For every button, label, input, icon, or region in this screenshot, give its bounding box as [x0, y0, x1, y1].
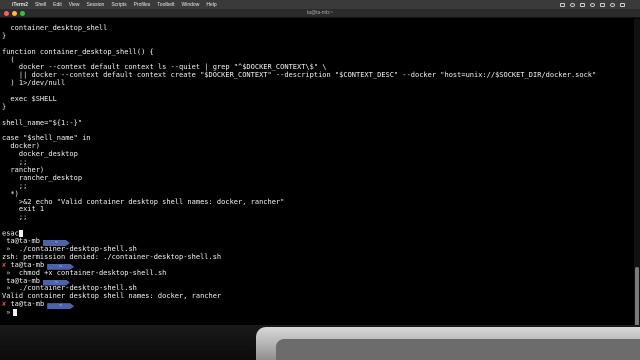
script-line: }: [2, 102, 634, 112]
script-line: docker): [2, 142, 634, 151]
script-line: container_desktop_shell: [2, 24, 634, 33]
terminal-cursor[interactable]: [13, 309, 18, 316]
menu-edit[interactable]: Edit: [53, 2, 62, 8]
menu-app-name[interactable]: iTerm2: [12, 2, 28, 8]
script-line-text: >&2 echo "Valid container desktop shell …: [2, 197, 285, 206]
control-center-icon[interactable]: [620, 2, 625, 7]
menu-shell[interactable]: Shell: [35, 2, 46, 8]
script-line: case "$shell_name" in: [2, 135, 634, 143]
script-line: exit 1: [2, 206, 634, 214]
script-line-text: ;;: [2, 181, 28, 190]
menu-session[interactable]: Session: [87, 2, 105, 8]
script-line-text: exec $SHELL: [2, 95, 57, 104]
script-line: esac: [2, 230, 634, 238]
script-line-text: container_desktop_shell: [2, 24, 108, 32]
script-line: function container_desktop_shell() {: [2, 47, 634, 57]
status-icon[interactable]: [580, 2, 585, 7]
script-line-text: ;;: [2, 158, 28, 167]
script-line: || docker --context default context crea…: [2, 71, 634, 80]
prompt-line: ✘ ta@ta-mb ~: [2, 300, 634, 310]
menu-toolbelt[interactable]: Toolbelt: [157, 2, 174, 8]
menu-scripts[interactable]: Scripts: [111, 2, 126, 8]
output-line: Valid container desktop shell names: doc…: [2, 292, 634, 301]
status-icons: [560, 2, 634, 7]
script-line: exec $SHELL: [2, 95, 634, 104]
script-line-text: case "$shell_name" in: [2, 134, 91, 143]
script-line-text: || docker --context default context crea…: [2, 71, 597, 80]
window-title-bar[interactable]: ta@ta-mb:~: [0, 9, 640, 18]
script-line: ;;: [2, 181, 634, 191]
output-text: zsh: permission denied: ./container-desk…: [2, 252, 222, 261]
terminal-output[interactable]: container_desktop_shell} function contain…: [0, 19, 634, 325]
status-icon[interactable]: [590, 2, 595, 7]
script-line-text: docker --context default context ls --qu…: [2, 63, 327, 72]
current-input-line: »: [2, 309, 634, 317]
script-line-text: exit 1: [2, 205, 45, 214]
editor-cursor: [18, 230, 23, 237]
prompt-arrow-icon: »: [6, 308, 11, 317]
prompt-directory-badge: ~: [47, 303, 75, 310]
error-status-icon: ✘: [2, 260, 7, 269]
prompt-directory-badge: ~: [42, 279, 70, 286]
command-line: » chmod +x container-desktop-shell.sh: [2, 268, 634, 278]
macos-menu-bar: iTerm2 Shell Edit View Session Scripts P…: [0, 0, 640, 9]
script-line: rancher_desktop: [2, 173, 634, 183]
command-text: chmod +x container-desktop-shell.sh: [18, 268, 167, 277]
script-line: }: [2, 31, 634, 41]
output-text: Valid container desktop shell names: doc…: [2, 292, 222, 301]
script-line: [2, 112, 634, 120]
script-line-text: docker): [2, 142, 40, 151]
script-line: ;;: [2, 213, 634, 222]
command-text: ./container-desktop-shell.sh: [18, 284, 137, 293]
script-line-text: }: [2, 31, 7, 40]
script-line-text: }: [2, 102, 7, 111]
script-line-text: shell_name="${1:-}": [2, 118, 83, 127]
scrollbar[interactable]: [634, 19, 640, 333]
script-line: shell_name="${1:-}": [2, 118, 634, 128]
desktop-wallpaper-shadow: [276, 339, 640, 360]
script-line-text: rancher): [2, 166, 45, 175]
output-line: zsh: permission denied: ./container-desk…: [2, 252, 634, 262]
prompt-user: ta@ta-mb: [10, 300, 45, 309]
status-icon[interactable]: [570, 2, 575, 7]
script-line: rancher): [2, 166, 634, 175]
script-line: ;;: [2, 158, 634, 167]
menu-window[interactable]: Window: [182, 2, 200, 8]
script-line: [2, 88, 634, 96]
battery-icon[interactable]: [600, 2, 605, 7]
desktop-background: [0, 325, 640, 360]
error-status-icon: ✘: [2, 300, 7, 309]
window-title: ta@ta-mb:~: [306, 10, 334, 16]
script-line: >&2 echo "Valid container desktop shell …: [2, 197, 634, 207]
prompt-user: ta@ta-mb: [6, 237, 40, 246]
script-line-text: function container_desktop_shell() {: [2, 47, 154, 56]
prompt-arrow-icon: »: [6, 284, 11, 293]
script-line: docker_desktop: [2, 150, 634, 159]
script-line-text: ;;: [2, 213, 28, 222]
prompt-arrow-icon: »: [6, 268, 11, 277]
status-icon[interactable]: [560, 2, 565, 7]
menu-help[interactable]: Help: [206, 2, 216, 8]
script-line-text: (: [2, 55, 15, 64]
scrollbar-thumb[interactable]: [635, 267, 639, 333]
prompt-directory-badge: ~: [42, 240, 70, 247]
command-text: ./container-desktop-shell.sh: [18, 244, 137, 253]
script-line: [2, 222, 634, 230]
script-line: [2, 128, 634, 136]
menu-profiles[interactable]: Profiles: [134, 2, 151, 8]
prompt-user: ta@ta-mb: [6, 276, 40, 285]
script-line-text: ) 1>/dev/null: [2, 79, 66, 88]
script-line-text: rancher_desktop: [2, 173, 83, 182]
wifi-icon[interactable]: [610, 2, 615, 7]
script-line: ) 1>/dev/null: [2, 79, 634, 88]
prompt-directory-badge: ~: [47, 263, 75, 270]
script-line-text: docker_desktop: [2, 150, 78, 159]
menu-view[interactable]: View: [69, 2, 80, 8]
prompt-arrow-icon: »: [6, 244, 11, 253]
prompt-user: ta@ta-mb: [10, 260, 45, 269]
script-line-text: *): [2, 189, 19, 198]
